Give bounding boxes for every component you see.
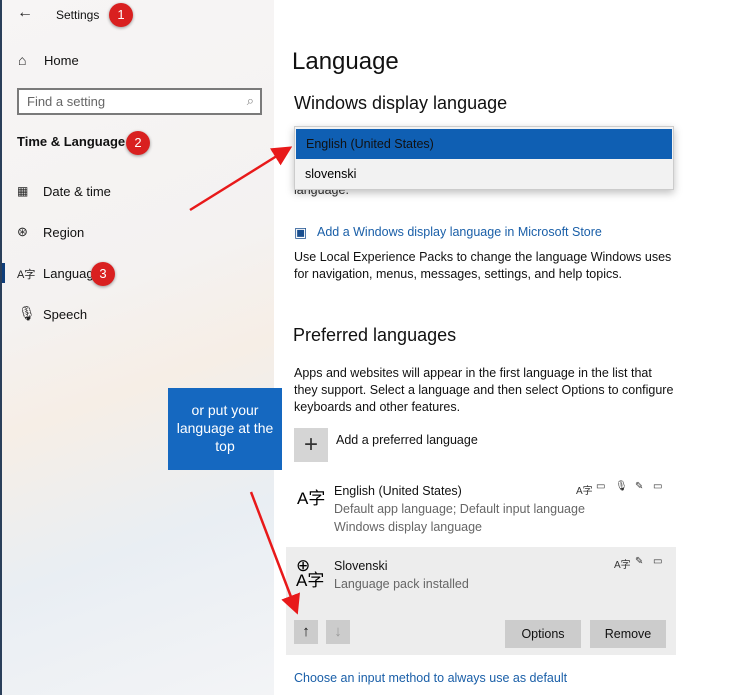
annotation-arrows	[189, 146, 300, 615]
annotation-badge: 3	[91, 262, 115, 286]
annotation-callout: or put your language at the top	[168, 388, 282, 470]
annotation-badge: 1	[109, 3, 133, 27]
arrow-to-dropdown	[189, 146, 293, 212]
arrow-to-move-up	[249, 491, 300, 615]
annotation-badge: 2	[126, 131, 150, 155]
